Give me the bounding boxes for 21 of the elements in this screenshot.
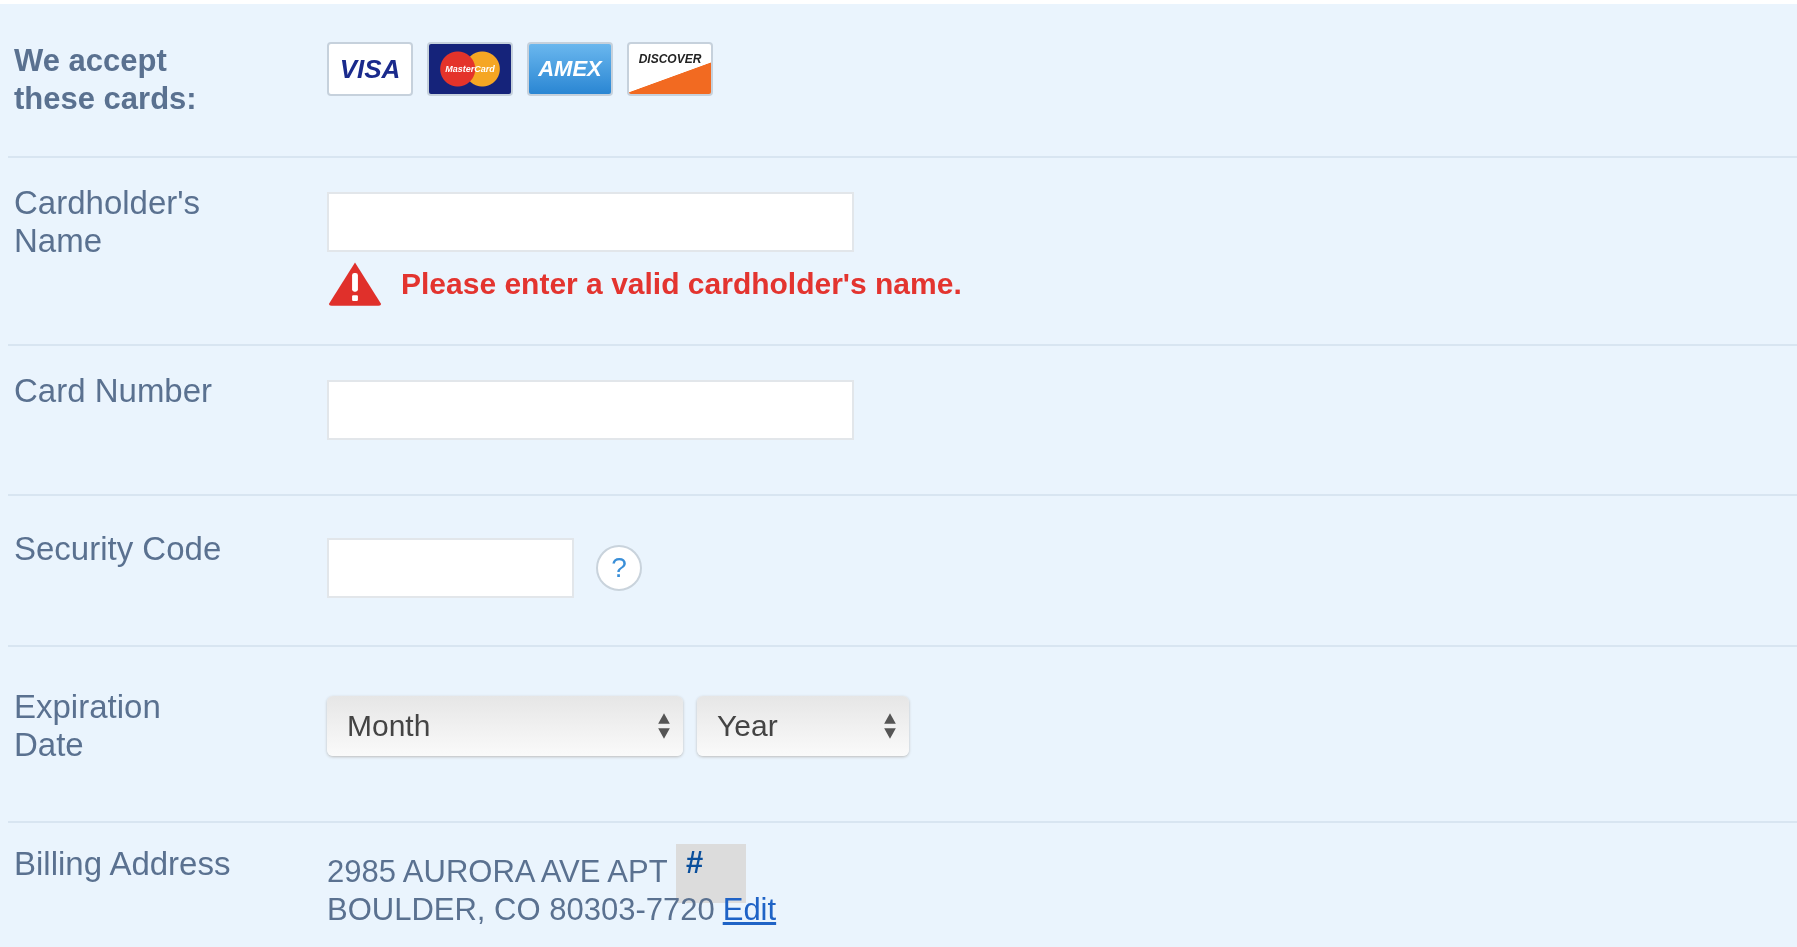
card-logo: MasterCard [427,42,513,96]
field-label: Cardholder's Name [13,184,202,261]
text-field[interactable] [327,192,854,252]
updown-arrows-icon [883,711,897,741]
text-field[interactable] [327,380,854,440]
field-label: Card Number [13,372,214,411]
dropdown[interactable]: Year [697,696,909,756]
card-logo: DISCOVER [627,42,713,96]
field-label: Billing Address [13,845,232,884]
help-button[interactable]: ? [596,545,642,591]
address-line: 2985 AURORA AVE APT [327,853,668,891]
dropdown[interactable]: Month [327,696,683,756]
field-label: Expiration Date [13,688,162,765]
card-logo: VISA [327,42,413,96]
field-label: Security Code [13,530,223,569]
error-message: Please enter a valid cardholder's name. [401,266,962,301]
card-logo: AMEX [527,42,613,96]
field-label: We accept these cards: [13,42,198,118]
updown-arrows-icon [657,711,671,741]
text-field[interactable] [327,538,574,598]
warning-icon [327,260,383,307]
